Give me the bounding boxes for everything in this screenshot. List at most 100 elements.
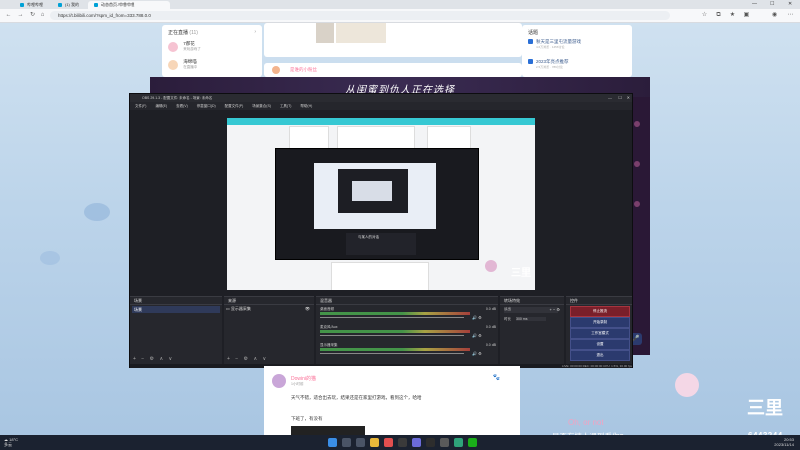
- browser-navbar: ← → ↻ ⌂ https://t.bilibili.com/?spm_id_f…: [0, 9, 800, 23]
- tab-mine[interactable]: (1) 我的: [52, 1, 85, 9]
- app-icon[interactable]: [440, 438, 449, 447]
- dot-decoration: [634, 161, 640, 167]
- app-icon[interactable]: [412, 438, 421, 447]
- volume-slider[interactable]: [320, 335, 464, 336]
- menu-help[interactable]: 帮助(H): [300, 104, 312, 108]
- edge-browser-icon[interactable]: [454, 438, 463, 447]
- divider: [566, 304, 632, 305]
- live-panel-title: 正在直播: [168, 30, 189, 36]
- obs-maximize-button[interactable]: ☐: [618, 94, 622, 102]
- windows-start-icon[interactable]: [328, 438, 337, 447]
- app-icon[interactable]: [426, 438, 435, 447]
- obs-preview[interactable]: 与某人的对话 三里: [227, 118, 535, 290]
- speaker-icon[interactable]: 🔊 ⚙: [472, 351, 482, 356]
- topic-icon: [528, 59, 533, 65]
- favorites-icon[interactable]: ★: [728, 11, 737, 20]
- menu-edit[interactable]: 编辑(E): [155, 104, 167, 108]
- nested-preview-caption: 与某人的对话: [358, 235, 379, 239]
- channel-logo: 三里: [747, 398, 783, 418]
- transition-add-icon[interactable]: + − ⚙: [550, 307, 560, 312]
- live-item[interactable]: 7郝花 来玩游戏了: [168, 41, 201, 52]
- taskbar: ☁ 18°C 多云 20:53 2023/11/14: [0, 435, 800, 450]
- lyric-line-1: Oh, or not: [568, 418, 604, 427]
- menu-icon[interactable]: ⋯: [786, 11, 795, 20]
- topic-item[interactable]: 秋天是三里屯流量游戏 4.6万浏览 · 1456讨论: [528, 39, 581, 49]
- obs-minimize-button[interactable]: —: [608, 94, 612, 102]
- stop-streaming-button[interactable]: 停止推流: [570, 306, 630, 317]
- settings-button[interactable]: 设置: [570, 339, 630, 350]
- dolphin-decoration: [40, 251, 60, 265]
- live-panel-count: (11): [189, 30, 198, 36]
- preview-card: [337, 126, 415, 150]
- topic-icon: [528, 39, 533, 45]
- menu-view[interactable]: 查看(V): [176, 104, 188, 108]
- nested-preview: 与某人的对话: [275, 148, 479, 260]
- exit-button[interactable]: 退出: [570, 350, 630, 361]
- minimize-button[interactable]: —: [752, 0, 757, 9]
- menu-scene-collection[interactable]: 场景集合(S): [252, 104, 271, 108]
- tab-dynamic[interactable]: 动态首页-哔哩哔哩: [88, 1, 170, 9]
- menu-file[interactable]: 文件(F): [135, 104, 146, 108]
- dot-decoration: [634, 121, 640, 127]
- sources-dock: 来源 ▭ 显示器采集 👁 + − ⚙ ∧ ∨: [224, 296, 314, 365]
- search-icon[interactable]: [342, 438, 351, 447]
- close-button[interactable]: ✕: [788, 0, 792, 9]
- clock[interactable]: 20:53 2023/11/14: [774, 437, 794, 447]
- avatar[interactable]: [272, 374, 286, 388]
- wechat-icon[interactable]: [468, 438, 477, 447]
- monitor-icon: ▭: [226, 306, 230, 311]
- extensions-icon[interactable]: ⧉: [714, 11, 723, 20]
- obs-app-icon[interactable]: [398, 438, 407, 447]
- divider: [130, 304, 222, 305]
- menu-docks[interactable]: 停靠窗口(D): [197, 104, 216, 108]
- profile-icon[interactable]: ◉: [770, 11, 779, 20]
- chevron-right-icon[interactable]: ›: [254, 29, 256, 35]
- weather-widget[interactable]: ☁ 18°C 多云: [4, 437, 18, 447]
- topic-item[interactable]: 2023年亮点推荐 2.5万浏览 · 789讨论: [528, 59, 569, 69]
- back-icon[interactable]: ←: [4, 11, 13, 20]
- menu-tools[interactable]: 工具(T): [280, 104, 291, 108]
- mascot-character: [485, 260, 497, 272]
- collections-icon[interactable]: ▣: [742, 11, 751, 20]
- maximize-button[interactable]: ☐: [770, 0, 774, 9]
- address-bar[interactable]: https://t.bilibili.com/?spm_id_from=333.…: [50, 11, 670, 20]
- scene-item[interactable]: 场景: [132, 306, 220, 313]
- live-item[interactable]: 海绵喵 在直播中: [168, 59, 197, 70]
- feed-thumbnail: [336, 23, 386, 43]
- obs-close-button[interactable]: ✕: [627, 94, 630, 102]
- volume-meter: [320, 348, 470, 351]
- feed-thumbnail: [316, 23, 334, 43]
- scenes-toolbar[interactable]: + − ⚙ ∧ ∨: [133, 356, 174, 362]
- divider: [316, 304, 498, 305]
- preview-browser-bar: [227, 118, 535, 125]
- duration-input[interactable]: 300 ms: [516, 317, 546, 321]
- volume-slider[interactable]: [320, 317, 464, 318]
- star-icon[interactable]: ☆: [700, 11, 709, 20]
- eye-icon[interactable]: 👁: [305, 306, 310, 311]
- feed-card-header: 是谁的小粉丝: [264, 63, 522, 77]
- obs-window: OBS 29.1.3 - 配置文件: 未命名 - 场景: 未命名 — ☐ ✕ 文…: [129, 93, 633, 368]
- forward-icon[interactable]: →: [16, 11, 25, 20]
- task-view-icon[interactable]: [356, 438, 365, 447]
- tab-bilibili[interactable]: 哔哩哔哩: [14, 1, 49, 9]
- refresh-icon[interactable]: ↻: [28, 11, 37, 20]
- home-icon[interactable]: ⌂: [38, 11, 47, 20]
- speaker-icon[interactable]: 🔊 ⚙: [472, 315, 482, 320]
- menu-profile[interactable]: 配置文件(P): [225, 104, 244, 108]
- bilibili-icon: [58, 2, 62, 7]
- volume-slider[interactable]: [320, 353, 464, 354]
- feed-card: [264, 23, 522, 57]
- speaker-icon[interactable]: 🔊 ⚙: [472, 333, 482, 338]
- source-item[interactable]: ▭ 显示器采集: [226, 306, 251, 312]
- file-explorer-icon[interactable]: [370, 438, 379, 447]
- start-recording-button[interactable]: 开始录制: [570, 317, 630, 328]
- live-panel: 正在直播 (11) › 7郝花 来玩游戏了 海绵喵 在直播中: [162, 25, 262, 77]
- sources-toolbar[interactable]: + − ⚙ ∧ ∨: [227, 356, 268, 362]
- dolphin-decoration: [84, 203, 110, 221]
- dot-decoration: [634, 201, 640, 207]
- studio-mode-button[interactable]: 工作室模式: [570, 328, 630, 339]
- app-icon[interactable]: [384, 438, 393, 447]
- transitions-dock: 转场特效 淡出 时长 300 ms + − ⚙: [500, 296, 564, 365]
- post-author[interactable]: Dowini的猫: [291, 375, 316, 382]
- scenes-dock: 场景 场景 + − ⚙ ∧ ∨: [130, 296, 222, 365]
